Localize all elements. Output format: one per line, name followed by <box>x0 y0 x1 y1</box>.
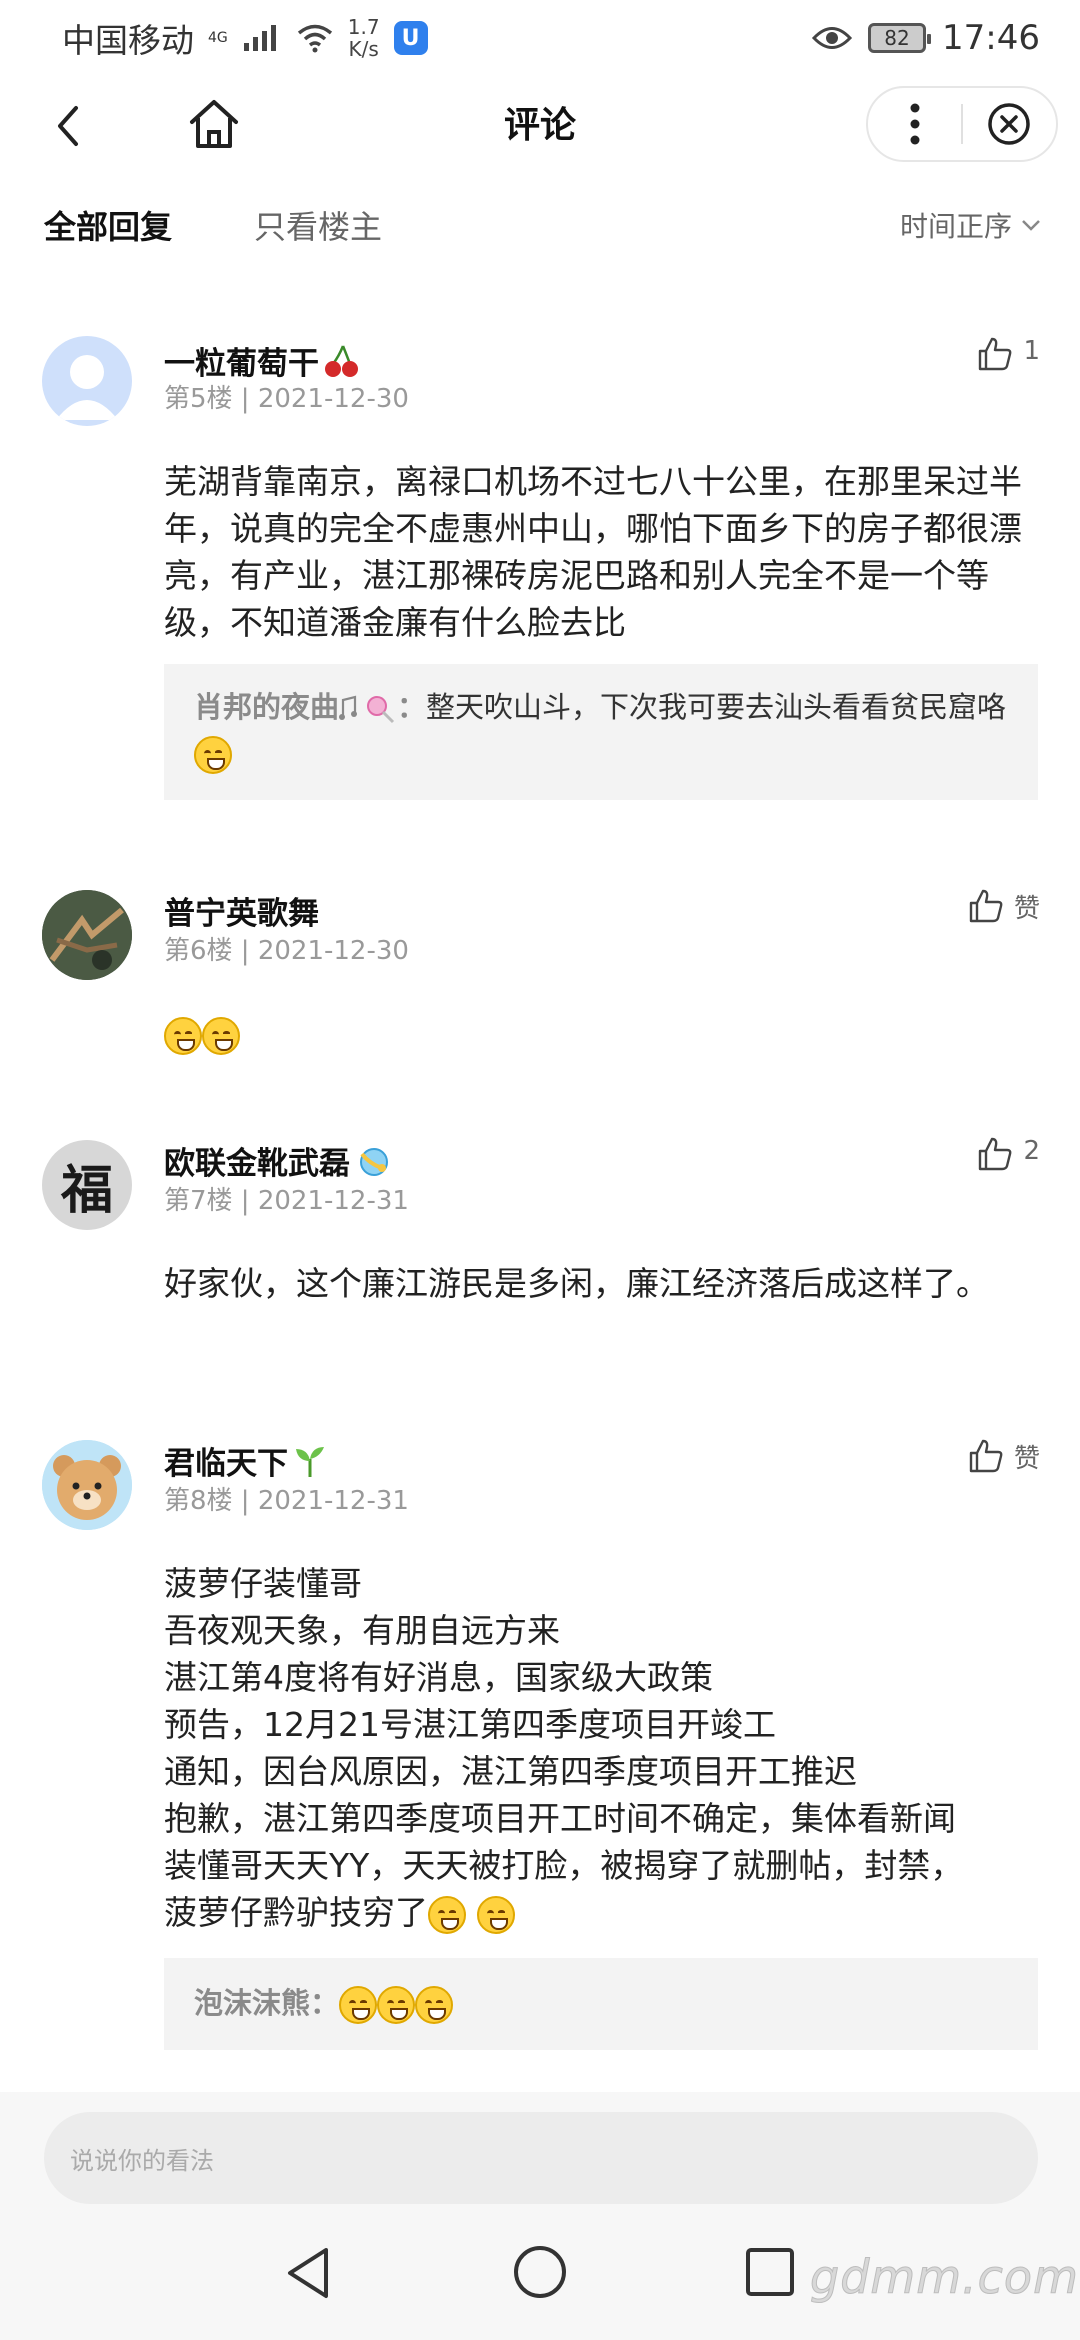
watermark: gdmm.com <box>810 2250 1079 2305</box>
reply-author[interactable]: 肖邦的夜曲： <box>194 690 426 724</box>
nav-home-icon[interactable] <box>512 2244 568 2300</box>
avatar-character: 福 <box>60 1159 113 1221</box>
comment-input[interactable]: 说说你的看法 <box>44 2112 1038 2204</box>
filter-tabs: 全部回复 只看楼主 时间正序 <box>0 190 1080 260</box>
comment-meta: 第7楼 | 2021-12-31 <box>164 1186 409 1216</box>
comment-meta: 第6楼 | 2021-12-30 <box>164 936 409 966</box>
photo-avatar-icon <box>42 890 132 980</box>
like-button[interactable]: 1 <box>977 336 1040 372</box>
battery-indicator: 82 <box>868 23 932 53</box>
username[interactable]: 君临天下 <box>164 1438 328 1483</box>
thumbs-up-icon <box>979 1137 1012 1171</box>
laugh-emoji-icon <box>164 1016 202 1055</box>
default-avatar-icon <box>56 355 118 420</box>
tab-all-replies[interactable]: 全部回复 <box>44 202 172 248</box>
close-icon <box>988 103 1031 145</box>
nav-recents-icon[interactable] <box>744 2246 796 2298</box>
chevron-down-icon <box>1022 220 1040 231</box>
username[interactable]: 普宁英歌舞 <box>164 888 319 933</box>
comment-text: 好家伙，这个廉江游民是多闲，廉江经济落后成这样了。 <box>164 1264 989 1303</box>
sort-label: 时间正序 <box>899 210 1012 243</box>
laugh-emoji-icon <box>202 1016 240 1055</box>
app-notification-icon: U <box>393 21 428 55</box>
reply-author[interactable]: 泡沫沫熊： <box>194 1986 339 2020</box>
like-button[interactable]: 2 <box>977 1136 1040 1172</box>
reply-preview[interactable]: 泡沫沫熊： <box>164 1958 1038 2050</box>
more-button[interactable] <box>868 88 961 160</box>
mini-program-capsule <box>866 86 1058 162</box>
music-lollipop-icon <box>339 695 395 724</box>
reply-text: 整天吹山斗，下次我可要去汕头看看贫民窟咯 <box>426 690 1007 724</box>
comment-meta: 第8楼 | 2021-12-31 <box>164 1486 409 1516</box>
status-bar: 中国移动 4G 1.7 K/s U 82 17:46 <box>0 0 1080 76</box>
more-icon <box>910 103 919 145</box>
comment-meta: 第5楼 | 2021-12-30 <box>164 384 409 414</box>
eye-icon <box>812 27 853 49</box>
like-count: 2 <box>1023 1136 1040 1166</box>
reply-preview[interactable]: 肖邦的夜曲 ：整天吹山斗，下次我可要去汕头看看贫民窟咯 <box>164 664 1038 800</box>
avatar[interactable] <box>42 336 132 426</box>
cherry-icon <box>325 345 358 377</box>
laugh-emoji-icon <box>377 1986 416 2024</box>
network-type: 4G <box>208 30 228 46</box>
sort-dropdown[interactable]: 时间正序 <box>900 205 1042 245</box>
avatar[interactable] <box>42 890 132 980</box>
username[interactable]: 欧联金靴武磊 <box>164 1138 392 1183</box>
comment-input-placeholder: 说说你的看法 <box>70 2146 214 2175</box>
laugh-emoji-icon <box>415 1986 454 2024</box>
laugh-emoji-icon <box>194 736 232 774</box>
network-speed: 1.7 K/s <box>347 15 380 61</box>
clock: 17:46 <box>942 18 1040 58</box>
nav-back-icon[interactable] <box>284 2246 334 2300</box>
avatar[interactable] <box>42 1440 132 1530</box>
comet-icon <box>360 1147 388 1176</box>
like-count: 1 <box>1023 336 1040 366</box>
thumbs-up-icon <box>979 337 1012 371</box>
laugh-emoji-icon <box>428 1895 466 1934</box>
username[interactable]: 一粒葡萄干 <box>164 338 361 383</box>
tab-op-only[interactable]: 只看楼主 <box>254 202 382 248</box>
laugh-emoji-icon <box>476 1895 515 1934</box>
avatar[interactable]: 福 <box>42 1140 132 1230</box>
like-button[interactable]: 赞 <box>968 888 1040 925</box>
bear-avatar-icon <box>42 1440 132 1530</box>
like-label: 赞 <box>1013 894 1040 924</box>
laugh-emoji-icon <box>339 1986 378 2024</box>
close-button[interactable] <box>963 88 1056 160</box>
comment-text: 菠萝仔装懂哥 吾夜观天象，有朋自远方来 湛江第4度将有好消息，国家级大政策 预告… <box>164 1564 964 1934</box>
sprout-icon <box>296 1446 324 1477</box>
signal-icon <box>243 25 276 51</box>
comment-text: 芜湖背靠南京，离禄口机场不过七八十公里，在那里呆过半年，说真的完全不虚惠州中山，… <box>164 462 1022 642</box>
comment-text <box>164 1010 1044 1057</box>
nav-bar: 评论 <box>0 76 1080 176</box>
like-label: 赞 <box>1013 1444 1040 1474</box>
like-button[interactable]: 赞 <box>968 1438 1040 1475</box>
thumbs-up-icon <box>969 1439 1003 1473</box>
wifi-icon <box>297 24 332 53</box>
carrier-label: 中国移动 <box>62 21 194 60</box>
thumbs-up-icon <box>969 889 1003 923</box>
